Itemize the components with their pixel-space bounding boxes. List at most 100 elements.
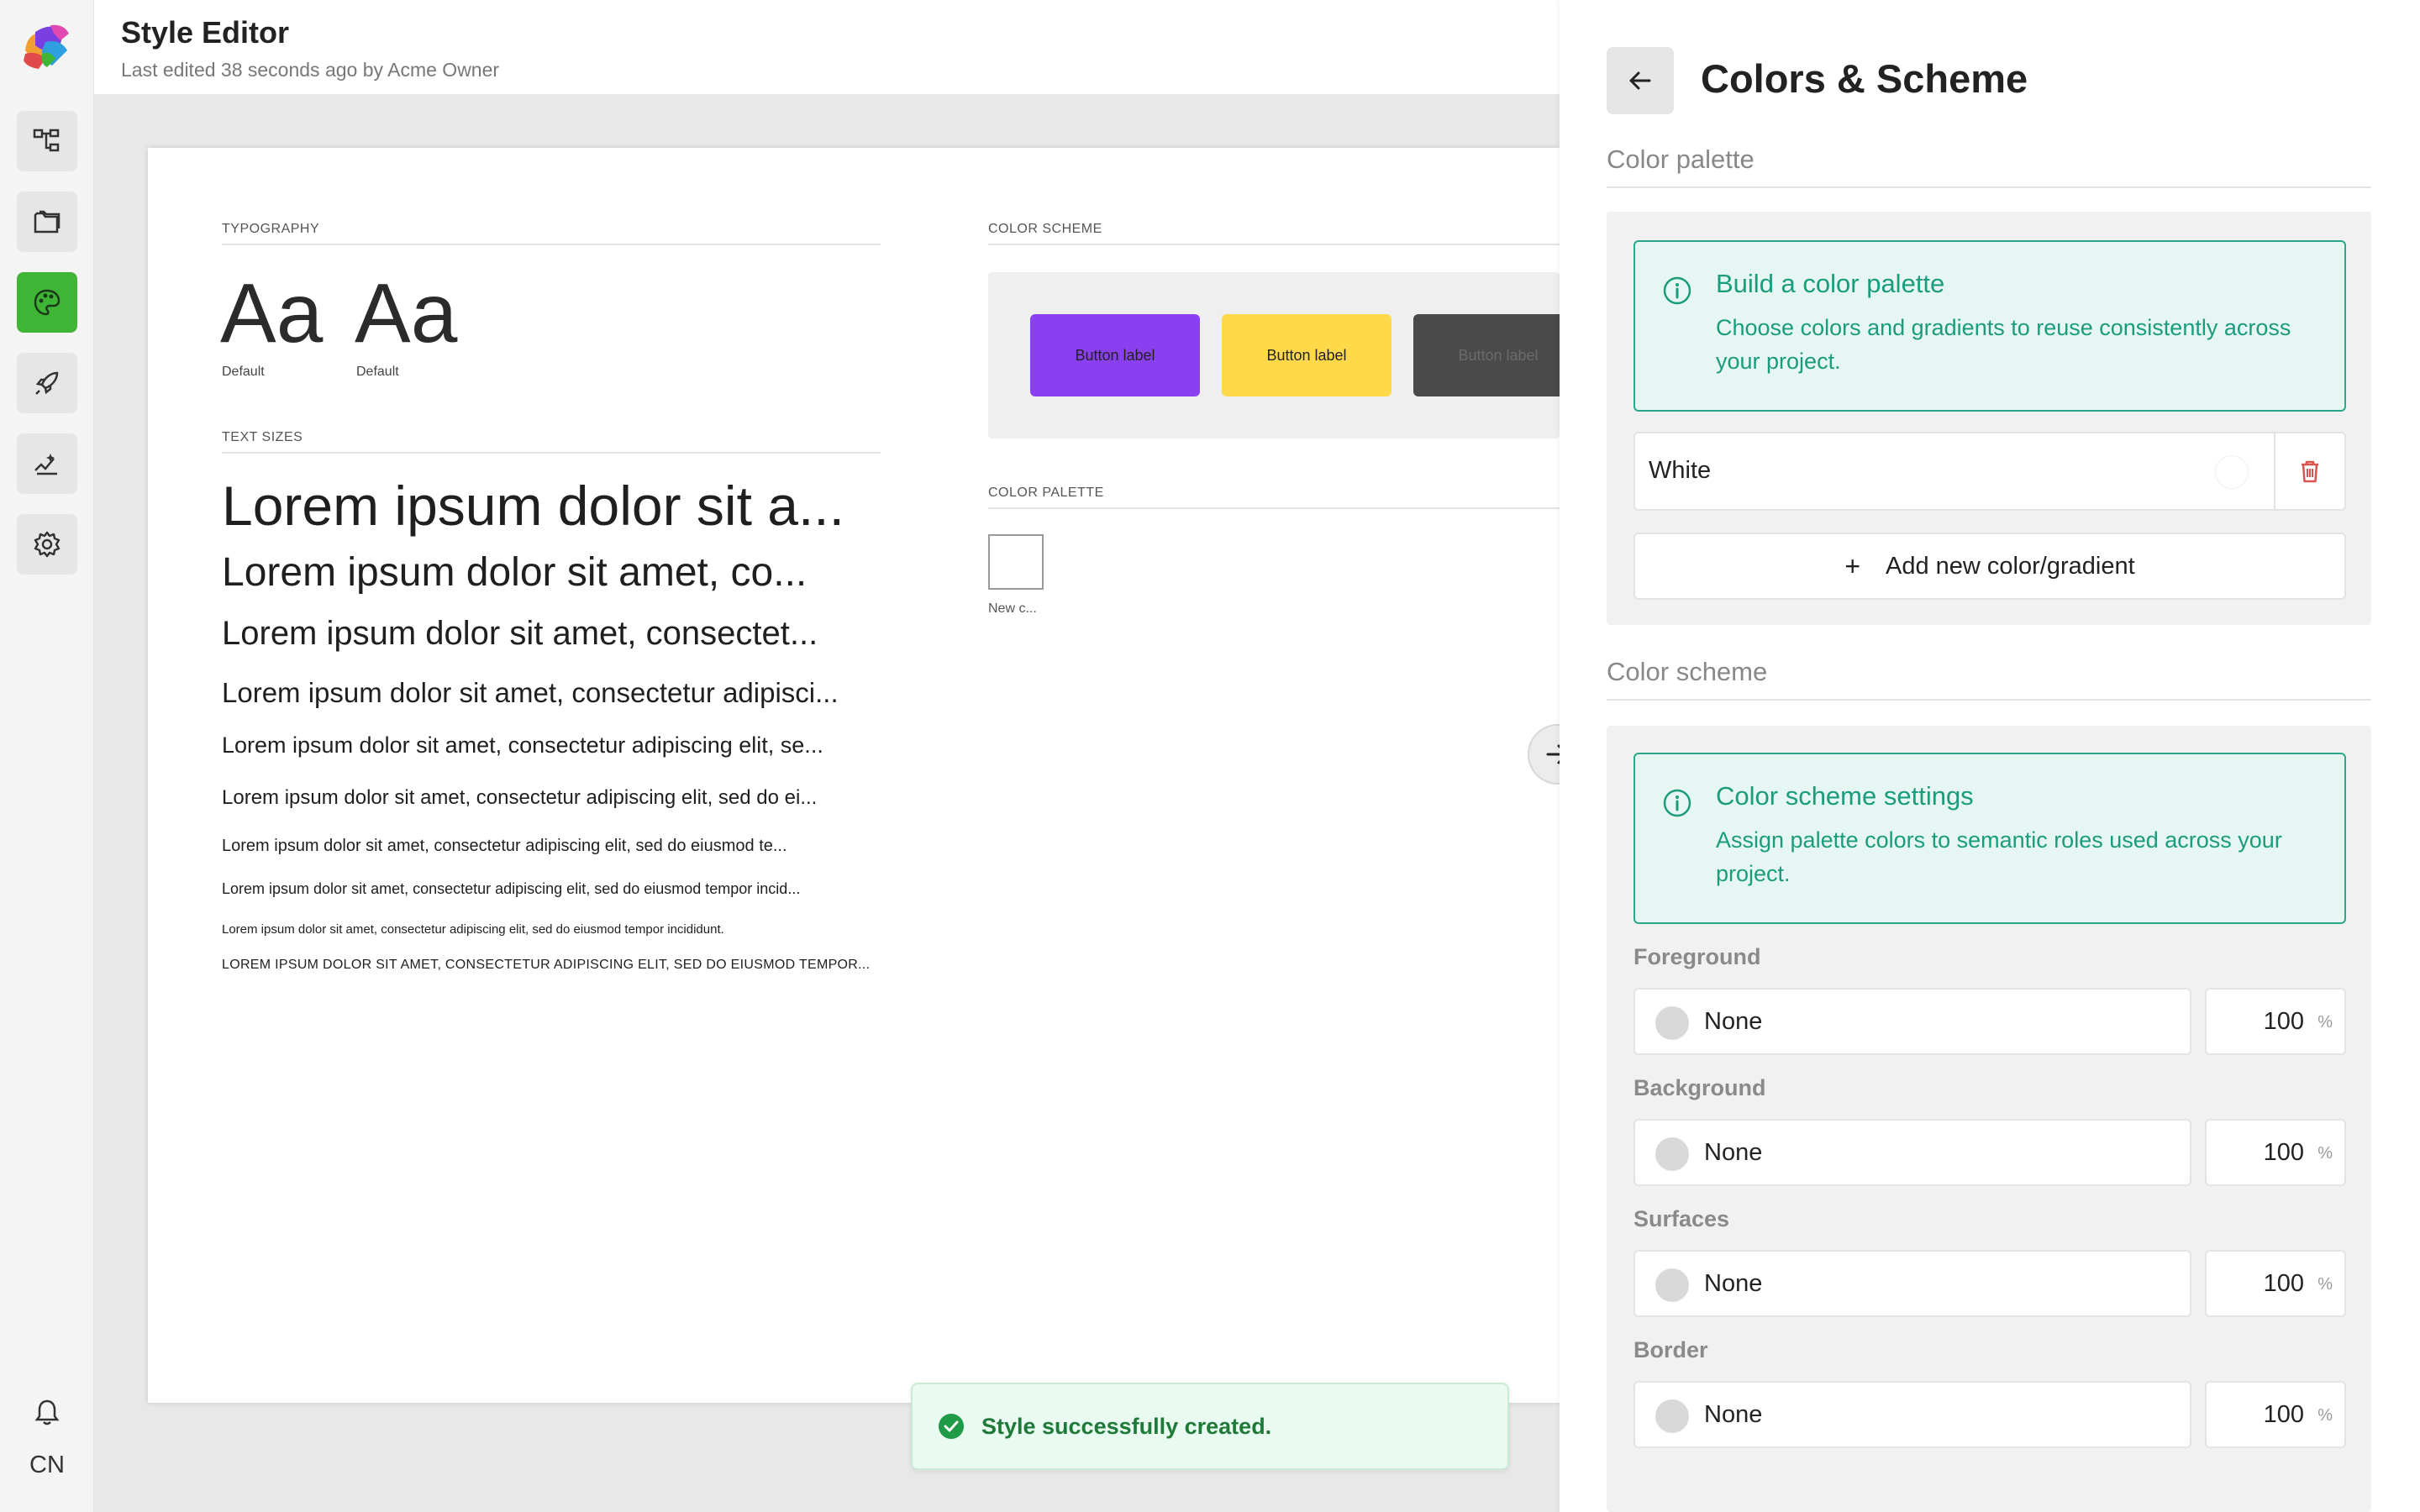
scheme-tertiary-button[interactable]: Button label: [1413, 314, 1583, 396]
style-preview-sheet: TYPOGRAPHY Aa Default Aa Default TEXT SI…: [148, 148, 1583, 1403]
nav-analytics[interactable]: [17, 433, 77, 494]
surfaces-opacity-input[interactable]: 100 %: [2205, 1250, 2346, 1317]
nav-sitemap[interactable]: [17, 111, 77, 171]
analytics-icon: [34, 454, 57, 475]
text-sample-3[interactable]: Lorem ipsum dolor sit amet, consectet...: [222, 615, 881, 653]
background-opacity-input[interactable]: 100 %: [2205, 1119, 2346, 1186]
text-sample-10[interactable]: LOREM IPSUM DOLOR SIT AMET, CONSECTETUR …: [222, 958, 881, 973]
color-scheme-section: Color scheme settings Assign palette col…: [1607, 726, 2371, 1512]
scheme-primary-button[interactable]: Button label: [1030, 314, 1200, 396]
color-scheme-label: COLOR SCHEME: [988, 222, 1560, 245]
percent-unit: %: [2317, 1275, 2333, 1294]
delete-color-button[interactable]: [2274, 433, 2344, 509]
role-label-background: Background: [1634, 1075, 1766, 1100]
role-value: None: [1704, 1401, 1763, 1428]
typography-label: TYPOGRAPHY: [222, 222, 881, 245]
color-palette-label: COLOR PALETTE: [988, 486, 1560, 509]
add-color-button[interactable]: + Add new color/gradient: [1634, 533, 2346, 600]
scheme-button-label: Button label: [1266, 346, 1347, 364]
add-color-label: Add new color/gradient: [1886, 552, 2135, 580]
palette-color-row[interactable]: White: [1634, 432, 2346, 511]
text-sample-1[interactable]: Lorem ipsum dolor sit a...: [222, 474, 881, 538]
scheme-button-label: Button label: [1075, 346, 1155, 364]
back-button[interactable]: [1607, 47, 1674, 114]
nav-pages[interactable]: [17, 192, 77, 252]
font-sample-label: Default: [356, 365, 399, 379]
colors-scheme-panel: Colors & Scheme Color palette Build a co…: [1560, 0, 2420, 1512]
plus-icon: +: [1844, 550, 1861, 581]
font-sample-secondary[interactable]: Aa: [355, 265, 457, 362]
panel-title: Colors & Scheme: [1701, 56, 2028, 101]
role-label-foreground: Foreground: [1634, 944, 1761, 969]
palette-swatch-label: New c...: [988, 601, 1037, 616]
color-swatch: [1655, 1137, 1689, 1171]
palette-info-text: Choose colors and gradients to reuse con…: [1716, 315, 2291, 374]
preview-canvas: TYPOGRAPHY Aa Default Aa Default TEXT SI…: [94, 94, 1583, 1512]
scheme-info-box: Color scheme settings Assign palette col…: [1634, 753, 2346, 924]
text-sample-2[interactable]: Lorem ipsum dolor sit amet, co...: [222, 549, 881, 596]
app-logo[interactable]: [17, 17, 76, 76]
color-swatch: [1655, 1399, 1689, 1433]
scheme-secondary-button[interactable]: Button label: [1222, 314, 1392, 396]
palette-swatch[interactable]: [988, 534, 1044, 590]
role-label-border: Border: [1634, 1337, 1708, 1362]
role-value: None: [1704, 1139, 1763, 1166]
arrow-left-icon: [1629, 71, 1651, 90]
palette-color-name[interactable]: White: [1649, 457, 1711, 485]
last-edited-text: Last edited 38 seconds ago by Acme Owner: [121, 59, 500, 81]
text-sample-8[interactable]: Lorem ipsum dolor sit amet, consectetur …: [222, 880, 881, 898]
color-palette-heading: Color palette: [1607, 144, 2371, 188]
background-color-select[interactable]: None: [1634, 1119, 2191, 1186]
text-sample-7[interactable]: Lorem ipsum dolor sit amet, consectetur …: [222, 837, 881, 856]
role-value: None: [1704, 1008, 1763, 1035]
info-icon: [1663, 276, 1691, 305]
text-sizes-label: TEXT SIZES: [222, 430, 881, 454]
gear-icon: [34, 531, 60, 558]
check-circle-icon: [939, 1414, 964, 1439]
percent-unit: %: [2317, 1013, 2333, 1032]
sidebar: CN: [0, 0, 94, 1512]
text-sample-4[interactable]: Lorem ipsum dolor sit amet, consectetur …: [222, 677, 881, 709]
text-sample-5[interactable]: Lorem ipsum dolor sit amet, consectetur …: [222, 732, 881, 759]
scheme-info-title: Color scheme settings: [1716, 781, 1974, 811]
bell-icon[interactable]: [30, 1396, 64, 1430]
scheme-button-label: Button label: [1458, 346, 1539, 364]
role-value: None: [1704, 1270, 1763, 1297]
trash-icon: [2302, 460, 2318, 483]
page-title: Style Editor: [121, 15, 290, 50]
info-icon: [1663, 789, 1691, 817]
text-sample-9[interactable]: Lorem ipsum dolor sit amet, consectetur …: [222, 922, 881, 937]
role-label-surfaces: Surfaces: [1634, 1206, 1730, 1231]
border-opacity-input[interactable]: 100 %: [2205, 1381, 2346, 1448]
palette-icon: [34, 289, 60, 316]
opacity-value[interactable]: 100: [2264, 1401, 2304, 1429]
foreground-opacity-input[interactable]: 100 %: [2205, 988, 2346, 1055]
sitemap-icon: [33, 129, 60, 152]
foreground-color-select[interactable]: None: [1634, 988, 2191, 1055]
percent-unit: %: [2317, 1144, 2333, 1163]
nav-settings[interactable]: [17, 514, 77, 575]
percent-unit: %: [2317, 1406, 2333, 1425]
nav-style[interactable]: [17, 272, 77, 333]
palette-info-box: Build a color palette Choose colors and …: [1634, 240, 2346, 412]
toast-message: Style successfully created.: [981, 1413, 1272, 1439]
color-swatch[interactable]: [2215, 455, 2249, 489]
user-avatar[interactable]: CN: [0, 1452, 94, 1479]
header: Style Editor Last edited 38 seconds ago …: [94, 0, 1560, 94]
color-swatch: [1655, 1268, 1689, 1302]
border-color-select[interactable]: None: [1634, 1381, 2191, 1448]
nav-publish[interactable]: [17, 353, 77, 413]
rocket-icon: [35, 371, 59, 395]
font-sample-primary[interactable]: Aa: [220, 265, 323, 362]
opacity-value[interactable]: 100: [2264, 1139, 2304, 1167]
pages-icon: [34, 210, 60, 234]
color-swatch: [1655, 1006, 1689, 1040]
opacity-value[interactable]: 100: [2264, 1270, 2304, 1298]
surfaces-color-select[interactable]: None: [1634, 1250, 2191, 1317]
text-sample-6[interactable]: Lorem ipsum dolor sit amet, consectetur …: [222, 786, 881, 810]
color-palette-section: Build a color palette Choose colors and …: [1607, 212, 2371, 625]
opacity-value[interactable]: 100: [2264, 1008, 2304, 1036]
palette-info-title: Build a color palette: [1716, 269, 1945, 298]
color-scheme-preview: Button label Button label Button label: [988, 272, 1583, 438]
scheme-info-text: Assign palette colors to semantic roles …: [1716, 827, 2282, 886]
